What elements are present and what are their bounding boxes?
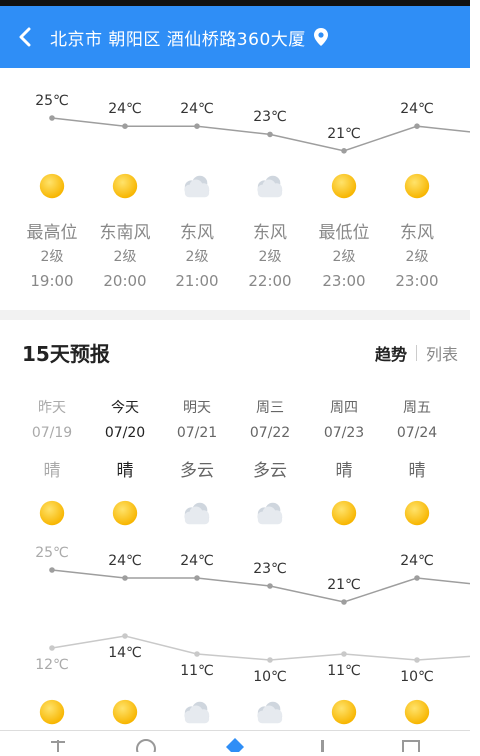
forecast-day[interactable]: 周三 07/22 多云 — [235, 397, 305, 481]
day-condition: 晴 — [43, 461, 61, 481]
high-temp-line-point — [49, 567, 55, 573]
low-temp-label: 14℃ — [108, 645, 142, 661]
day-date: 07/23 — [323, 425, 365, 441]
weather-icon-slot — [402, 697, 432, 731]
weather-icon-slot — [329, 697, 359, 731]
high-temp-label: 24℃ — [180, 553, 214, 569]
high-temp-label: 24℃ — [400, 553, 434, 569]
forecast-day[interactable]: 周四 07/23 晴 — [309, 397, 379, 481]
sunny-icon — [404, 500, 430, 526]
day-name: 周五 — [403, 400, 431, 416]
high-temp-label: 21℃ — [327, 577, 361, 593]
weather-icon-slot — [110, 498, 140, 532]
high-temp-line-point — [267, 583, 273, 589]
day-name: 周三 — [256, 400, 284, 416]
day-date: 07/22 — [249, 425, 291, 441]
weather-icon-slot — [37, 498, 67, 532]
weather-icon-slot — [110, 697, 140, 731]
low-temp-label: 12℃ — [35, 657, 69, 673]
weather-icon-slot — [179, 498, 215, 532]
weather-icon-slot — [402, 498, 432, 532]
sunny-icon — [404, 699, 430, 725]
day-date: 07/21 — [176, 425, 218, 441]
weather-icon-slot — [37, 697, 67, 731]
day-date: 07/24 — [396, 425, 438, 441]
forecast-day[interactable]: 明天 07/21 多云 — [162, 397, 232, 481]
day-name: 昨天 — [38, 400, 66, 416]
low-temp-line-point — [122, 633, 128, 639]
forecast-day[interactable]: 周五 07/24 晴 — [382, 397, 452, 481]
day-date: 07/20 — [104, 425, 146, 441]
day-name: 明天 — [183, 400, 211, 416]
nav-item[interactable] — [47, 737, 69, 756]
page-edge — [470, 0, 480, 750]
cloudy-icon — [184, 502, 210, 525]
sunny-icon — [331, 699, 357, 725]
day-condition: 多云 — [180, 461, 214, 481]
nav-item[interactable] — [400, 737, 422, 756]
nav-item[interactable] — [135, 737, 157, 756]
day-name: 周四 — [330, 400, 358, 416]
day-condition: 晴 — [408, 461, 426, 481]
low-temp-label: 11℃ — [180, 663, 214, 679]
sunny-icon — [112, 500, 138, 526]
low-temp-line-point — [341, 651, 347, 657]
day-condition: 晴 — [116, 461, 134, 481]
weather-icon-slot — [252, 498, 288, 532]
forecast-day[interactable]: 今天 07/20 晴 — [90, 397, 160, 481]
low-temp-label: 11℃ — [327, 663, 361, 679]
high-temp-label: 24℃ — [108, 553, 142, 569]
high-temp-label: 25℃ — [35, 545, 69, 561]
low-temp-line-point — [194, 651, 200, 657]
sunny-icon — [39, 500, 65, 526]
high-temp-line-point — [122, 575, 128, 581]
cloudy-icon — [257, 502, 283, 525]
nav-item[interactable] — [224, 737, 246, 756]
cloudy-icon — [184, 701, 210, 724]
sunny-icon — [331, 500, 357, 526]
nav-item[interactable] — [312, 737, 334, 756]
day-condition: 多云 — [253, 461, 287, 481]
sunny-icon — [39, 699, 65, 725]
high-temp-line-point — [414, 575, 420, 581]
weather-icon-slot — [329, 498, 359, 532]
high-temp-label: 23℃ — [253, 561, 287, 577]
high-temp-line-point — [194, 575, 200, 581]
low-temp-line-point — [414, 657, 420, 663]
day-condition: 晴 — [335, 461, 353, 481]
low-temp-label: 10℃ — [400, 669, 434, 685]
low-temp-line-point — [49, 645, 55, 651]
day-name: 今天 — [111, 400, 139, 416]
low-temp-line-point — [267, 657, 273, 663]
weather-icon-slot — [179, 697, 215, 731]
sunny-icon — [112, 699, 138, 725]
forecast-day[interactable]: 昨天 07/19 晴 — [17, 397, 87, 481]
weather-icon-slot — [252, 697, 288, 731]
bottom-nav — [0, 730, 470, 756]
low-temp-label: 10℃ — [253, 669, 287, 685]
cloudy-icon — [257, 701, 283, 724]
day-date: 07/19 — [31, 425, 73, 441]
daily-temp-chart — [49, 567, 470, 663]
high-temp-line-point — [341, 599, 347, 605]
